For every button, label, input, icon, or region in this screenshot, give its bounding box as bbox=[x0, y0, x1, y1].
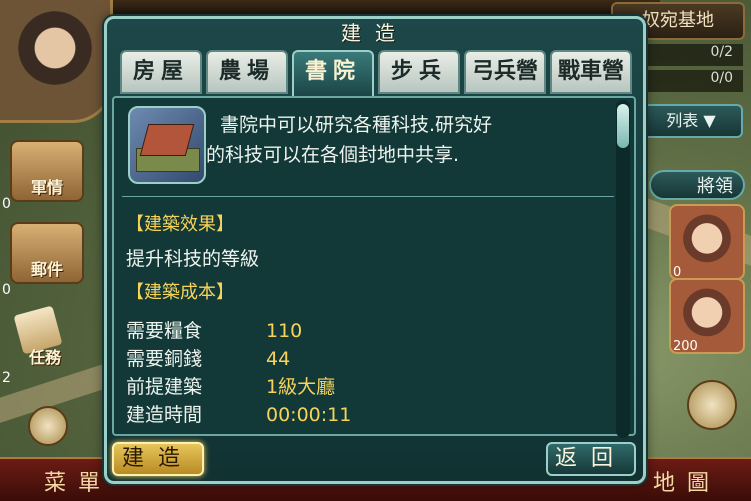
tab-infantry-camp[interactable]: 步兵營 bbox=[378, 50, 460, 94]
map-button[interactable]: 地圖 bbox=[653, 465, 721, 497]
back-button[interactable]: 返回 bbox=[546, 442, 636, 476]
effect-header: 【建築效果】 bbox=[126, 214, 234, 235]
cost-row: 需要糧食 110 bbox=[126, 320, 303, 342]
menu-button[interactable]: 菜單 bbox=[44, 465, 112, 497]
tab-academy[interactable]: 書院 bbox=[292, 50, 374, 96]
description-line-1: 書院中可以研究各種科技.研究好 bbox=[220, 114, 493, 136]
tab-archer-camp[interactable]: 弓兵營 bbox=[464, 50, 546, 94]
cost-header: 【建築成本】 bbox=[126, 282, 234, 303]
mail-count: 0 bbox=[2, 282, 11, 298]
intel-count: 0 bbox=[2, 196, 11, 212]
player-avatar[interactable] bbox=[0, 0, 113, 123]
list-button[interactable]: 列表 ▼ bbox=[639, 104, 743, 138]
list-label: 列表 bbox=[666, 111, 699, 130]
tab-chariot-camp[interactable]: 戰車營 bbox=[550, 50, 632, 94]
horn-icon[interactable] bbox=[28, 406, 68, 446]
generals-label: 將領 bbox=[697, 176, 733, 197]
mail-button[interactable]: 郵件 bbox=[10, 222, 84, 284]
academy-building-icon bbox=[128, 106, 206, 184]
building-tabs: 房屋 農場 書院 步兵營 弓兵營 戰車營 bbox=[120, 50, 632, 96]
description-line-2: 的科技可以在各個封地中共享. bbox=[206, 144, 460, 166]
general-portrait[interactable]: 0 bbox=[669, 204, 745, 280]
cost-row: 需要銅錢 44 bbox=[126, 348, 291, 370]
cost-row: 前提建築 1級大廳 bbox=[126, 376, 336, 398]
stat-counter: 0/2 bbox=[647, 44, 743, 66]
intel-button[interactable]: 軍情 bbox=[10, 140, 84, 202]
dialog-title: 建造 bbox=[341, 21, 409, 45]
cost-row: 建造時間 00:00:11 bbox=[126, 404, 352, 426]
build-dialog: 建造 房屋 農場 書院 步兵營 弓兵營 戰車營 書院中可以研究各種科技.研究好 … bbox=[104, 16, 646, 484]
tab-house[interactable]: 房屋 bbox=[120, 50, 202, 94]
horn-icon[interactable] bbox=[687, 380, 737, 430]
stat-counter: 0/0 bbox=[647, 70, 743, 92]
section-divider bbox=[122, 196, 614, 197]
tab-farm[interactable]: 農場 bbox=[206, 50, 288, 94]
generals-button[interactable]: 將領 bbox=[649, 170, 745, 200]
resource-bar bbox=[100, 0, 660, 16]
quest-button[interactable]: 任務 bbox=[10, 312, 80, 370]
quest-count: 2 bbox=[2, 370, 11, 386]
effect-text: 提升科技的等級 bbox=[126, 248, 260, 270]
general-portrait[interactable]: 200 bbox=[669, 278, 745, 354]
build-button[interactable]: 建造 bbox=[112, 442, 204, 476]
